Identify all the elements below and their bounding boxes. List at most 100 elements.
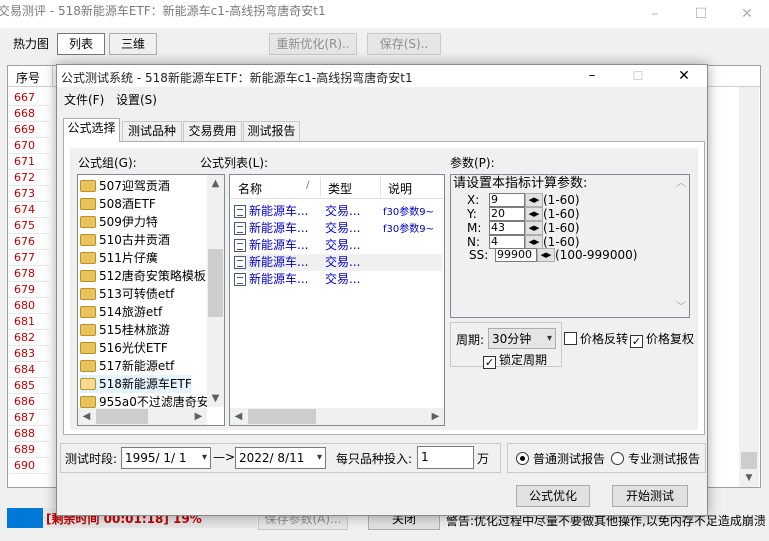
group-list-item[interactable]: 515桂林旅游 [80,321,170,339]
scroll-thumb[interactable] [208,249,223,317]
dialog-maximize-button[interactable]: ☐ [623,65,653,87]
formula-row[interactable]: 新能源车... 交易... f30参数9~ [234,203,442,220]
price-reverse-box[interactable] [564,332,577,345]
scroll-left-arrow-icon[interactable]: ◀ [230,408,247,425]
row-number: 674 [14,203,35,216]
formula-optimize-button[interactable]: 公式优化 [516,485,590,507]
folder-icon [80,198,96,210]
col-header-name[interactable]: 名称 [238,180,262,197]
formula-row[interactable]: 新能源车... 交易... [234,237,442,254]
group-item-label: 955a0不过滤唐奇安 [99,395,209,409]
param-value-input[interactable]: 9 [489,193,525,207]
group-vscroll[interactable]: ▲ ▼ [207,175,224,407]
param-spinner[interactable]: ◀▶ [525,221,543,235]
group-list-item[interactable]: 509伊力特 [80,213,158,231]
dialog-close-button[interactable]: ✕ [669,65,699,87]
menu-file[interactable]: 文件(F) [64,91,104,108]
formula-row[interactable]: 新能源车... 交易... f30参数9~ [234,220,442,237]
row-number: 677 [14,251,35,264]
group-item-label: 508酒ETF [99,197,156,211]
scroll-right-arrow-icon[interactable]: ▶ [427,408,444,425]
price-adjust-box[interactable]: ✓ [630,335,643,348]
tab-formula-select[interactable]: 公式选择 [63,118,120,142]
params-vscroll[interactable]: ︿ ﹀ [673,175,689,317]
heatmap-view-button[interactable]: 热力图 [8,33,54,55]
scroll-down-arrow-icon[interactable]: ▼ [207,390,224,407]
formula-doc-icon [234,273,246,286]
lock-period-box[interactable]: ✓ [483,356,496,369]
param-value-input[interactable]: 4 [489,235,525,249]
group-list-item[interactable]: 513可转债etf [80,285,174,303]
param-spinner[interactable]: ◀▶ [525,235,543,249]
scroll-down-arrow-icon[interactable]: ▼ [739,470,759,486]
close-window-button[interactable]: ✕ [724,0,769,28]
table-right-scrollbar[interactable]: ▼ [739,87,759,487]
param-ss-spinner[interactable]: ◀▶ [537,248,555,262]
group-list-item[interactable]: 517新能源etf [80,357,174,375]
row-number: 679 [14,283,35,296]
scroll-up-arrow-icon[interactable]: ▲ [207,175,224,192]
group-list-item[interactable]: 516光伏ETF [80,339,168,357]
param-spinner[interactable]: ◀▶ [525,193,543,207]
param-spinner[interactable]: ◀▶ [525,207,543,221]
invest-input[interactable]: 1 [417,446,474,469]
report-normal-radio[interactable]: 普通测试报告 [516,450,605,467]
row-number: 680 [14,299,35,312]
tab-trade-fees[interactable]: 交易费用 [183,121,242,141]
report-normal-dot[interactable] [516,452,529,465]
group-list-item[interactable]: 512唐奇安策略模板 [80,267,206,285]
group-list-item[interactable]: 511片仔癀 [80,249,158,267]
price-adjust-label: 价格复权 [646,332,695,346]
col-header-desc[interactable]: 说明 [388,180,412,197]
3d-view-button[interactable]: 三维 [109,33,157,55]
folder-icon [80,396,96,408]
formula-row[interactable]: 新能源车... 交易... [234,271,442,288]
group-list-item[interactable]: 514旅游etf [80,303,162,321]
main-title: 交易测评 - 518新能源车ETF：新能源车c1-高线拐弯唐奇安t1 [0,4,326,18]
price-reverse-checkbox[interactable]: 价格反转 [564,330,628,347]
price-adjust-checkbox[interactable]: ✓ 价格复权 [630,330,694,348]
list-view-button[interactable]: 列表 [57,33,105,55]
maximize-button[interactable]: ☐ [678,0,724,28]
group-list-item[interactable]: 508酒ETF [80,195,156,213]
report-pro-dot[interactable] [611,452,624,465]
group-list-item[interactable]: 518新能源车ETF [80,375,192,393]
scroll-up-arrow-icon[interactable]: ︿ [673,175,689,192]
reoptimize-button[interactable]: 重新优化(R).. [269,33,357,55]
formula-row[interactable]: 新能源车... 交易... [234,254,442,271]
scroll-left-arrow-icon[interactable]: ◀ [78,408,95,425]
param-ss-input[interactable]: 99900 [495,248,537,262]
scroll-thumb[interactable] [96,409,148,424]
param-value-input[interactable]: 43 [489,221,525,235]
tab-test-report[interactable]: 测试报告 [243,121,300,141]
tab-test-instruments[interactable]: 测试品种 [122,121,182,141]
scroll-right-arrow-icon[interactable]: ▶ [190,408,207,425]
start-test-button[interactable]: 开始测试 [612,485,688,507]
param-name: X: [467,193,480,207]
formula-listview[interactable]: 名称 / 类型 说明 新能源车... 交易... f30参数9~ 新能源车... 交易.… [229,174,445,426]
report-pro-radio[interactable]: 专业测试报告 [611,450,700,467]
menu-settings[interactable]: 设置(S) [116,91,157,108]
scroll-thumb[interactable] [248,409,316,424]
group-hscroll[interactable]: ◀ ▶ [78,408,207,425]
group-list-item[interactable]: 510古井贡酒 [80,231,170,249]
lock-period-checkbox[interactable]: ✓ 锁定周期 [483,351,547,369]
formula-hscroll[interactable]: ◀ ▶ [230,408,444,425]
minimize-button[interactable]: – [632,0,678,28]
invest-unit: 万 [477,452,490,466]
scroll-thumb[interactable] [741,452,757,469]
param-value-input[interactable]: 20 [489,207,525,221]
formula-desc: f30参数9~ [383,224,434,235]
dialog-minimize-button[interactable]: – [577,65,607,87]
end-date-picker[interactable]: 2022/ 8/11 ▾ [235,447,326,469]
col-header-type[interactable]: 类型 [328,180,352,197]
dialog-title-bar: 公式测试系统 - 518新能源车ETF：新能源车c1-高线拐弯唐奇安t1 – ☐… [57,65,707,87]
group-item-label: 516光伏ETF [99,341,168,355]
period-select[interactable]: 30分钟 ▾ [488,328,556,349]
scroll-down-arrow-icon[interactable]: ﹀ [673,299,689,316]
start-date-picker[interactable]: 1995/ 1/ 1 ▾ [121,447,211,469]
group-listbox[interactable]: 507迎驾贡酒 508酒ETF 509伊力特 510古井贡酒 511片仔癀 512唐奇安策… [77,174,225,426]
group-list-item[interactable]: 507迎驾贡酒 [80,177,170,195]
save-button[interactable]: 保存(S).. [367,33,441,55]
col-divider [320,177,321,197]
